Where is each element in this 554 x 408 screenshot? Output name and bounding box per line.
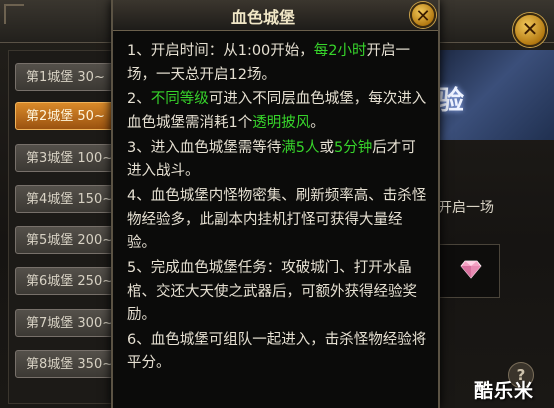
- castle-tab-label: 第6城堡 250~: [26, 274, 114, 289]
- close-icon: ✕: [415, 6, 431, 27]
- castle-tab-label: 第7城堡 300~: [26, 316, 114, 331]
- rule-highlight: 满5人: [281, 139, 320, 156]
- castle-banner-image: 验: [438, 50, 554, 140]
- rule-highlight: 每2小时: [313, 43, 367, 59]
- rule-text: 或: [319, 139, 334, 156]
- rule-highlight: 透明披风: [252, 114, 311, 131]
- open-info-text: 开启一场: [438, 200, 494, 216]
- rule-text: 。: [310, 114, 325, 131]
- rule-item-4: 4、血色城堡内怪物密集、刷新频率高、击杀怪物经验多，此副本内挂机打怪可获得大量经…: [127, 185, 427, 256]
- gem-icon: [460, 260, 482, 279]
- rule-item-3: 3、进入血色城堡需等待满5人或5分钟后才可进入战斗。: [127, 137, 427, 184]
- corner-ornament: [4, 4, 24, 24]
- rule-text: 1、开启时间：从1:00开始，: [127, 43, 314, 59]
- rule-text: 5、完成血色城堡任务：攻破城门、打开水晶棺、交还大天使之武器后，可额外获得经验奖…: [127, 260, 417, 324]
- rule-text: 6、血色城堡可组队一起进入，击杀怪物经验将平分。: [127, 331, 427, 372]
- castle-tab-label: 第2城堡 50~: [26, 109, 105, 124]
- rule-item-2: 2、不同等级可进入不同层血色城堡，每次进入血色城堡需消耗1个透明披风。: [127, 88, 427, 135]
- rule-item-6: 6、血色城堡可组队一起进入，击杀怪物经验将平分。: [127, 329, 427, 376]
- popup-header: 血色城堡 ✕: [113, 0, 438, 31]
- castle-tab-label: 第8城堡 350~: [26, 357, 114, 372]
- rules-text: 1、开启时间：从1:00开始，每2小时开启一场，一天总开启12场。 2、不同等级…: [127, 40, 427, 377]
- popup-close-button[interactable]: ✕: [410, 2, 436, 28]
- rules-popup: 血色城堡 ✕ 1、开启时间：从1:00开始，每2小时开启一场，一天总开启12场。…: [111, 0, 440, 408]
- castle-tab-label: 第1城堡 30~: [26, 70, 105, 85]
- rule-highlight: 不同等级: [150, 91, 209, 108]
- rule-highlight: 5分钟: [333, 139, 373, 156]
- rule-item-5: 5、完成血色城堡任务：攻破城门、打开水晶棺、交还大天使之武器后，可额外获得经验奖…: [127, 257, 427, 328]
- rule-text: 2、: [127, 91, 151, 108]
- banner-text: 验: [438, 86, 465, 116]
- rule-item-1: 1、开启时间：从1:00开始，每2小时开启一场，一天总开启12场。: [127, 40, 427, 87]
- window-close-button[interactable]: ✕: [513, 13, 547, 47]
- popup-title: 血色城堡: [230, 8, 295, 27]
- rule-text: 4、血色城堡内怪物密集、刷新频率高、击杀怪物经验多，此副本内挂机打怪可获得大量经…: [127, 188, 427, 252]
- castle-tab-label: 第3城堡 100~: [26, 151, 114, 166]
- rule-text: 3、进入血色城堡需等待: [127, 139, 282, 156]
- site-watermark: 酷乐米: [474, 380, 535, 402]
- castle-tab-label: 第5城堡 200~: [26, 233, 114, 248]
- castle-tab-label: 第4城堡 150~: [26, 192, 114, 207]
- close-icon: ✕: [521, 17, 539, 41]
